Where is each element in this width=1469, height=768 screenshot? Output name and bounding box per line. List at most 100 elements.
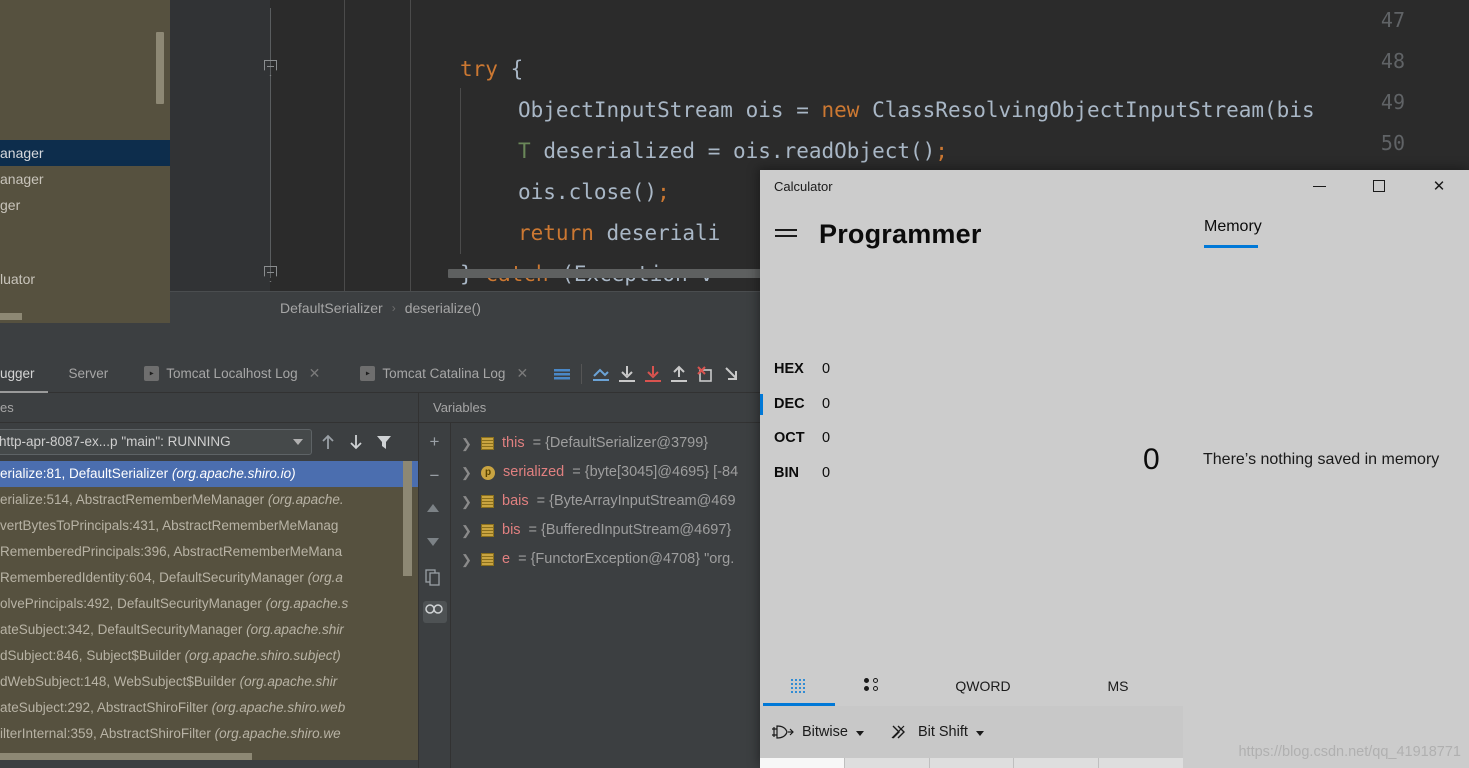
close-icon[interactable]: ✕ <box>516 365 528 382</box>
stack-frame-text: erialize:81, DefaultSerializer <box>0 466 172 481</box>
left-panel-item-1[interactable]: anager <box>0 140 170 166</box>
remove-icon[interactable]: − <box>423 465 447 487</box>
chevron-down-icon[interactable] <box>975 731 984 736</box>
menu-icon[interactable] <box>775 226 797 242</box>
tab-label: MS <box>1107 678 1129 694</box>
scroll-to-top-icon[interactable] <box>588 361 614 387</box>
tab-tomcat-localhost-log[interactable]: ▸ Tomcat Localhost Log ✕ <box>131 355 333 393</box>
token-type: ObjectInputStream <box>518 98 733 122</box>
stack-frame-row[interactable]: vertBytesToPrincipals:431, AbstractRemem… <box>0 513 418 539</box>
editor-gutter[interactable] <box>170 0 270 291</box>
calculator-operations-bar[interactable]: Bitwise Bit Shift <box>760 706 1183 758</box>
calculator-mode-title: Programmer <box>819 218 982 249</box>
close-button[interactable]: ✕ <box>1409 170 1469 202</box>
key-a[interactable]: A <box>760 758 844 768</box>
watches-icon[interactable] <box>422 601 447 623</box>
left-tool-panel[interactable]: anager anager anager ger luator <box>0 0 170 323</box>
tab-qword[interactable]: QWORD <box>908 666 1058 706</box>
expand-icon[interactable] <box>718 361 744 387</box>
minimize-button[interactable] <box>1289 170 1349 202</box>
token-new: new <box>821 98 860 122</box>
bit-shift-icon <box>890 724 910 740</box>
code-line-51[interactable]: ois.close(); <box>518 172 670 213</box>
stack-frame-row[interactable]: erialize:81, DefaultSerializer (org.apac… <box>0 461 418 487</box>
variables-toolbar[interactable]: + − <box>419 423 451 768</box>
close-tab-icon[interactable] <box>692 361 718 387</box>
key-rshift[interactable]: » <box>929 758 1014 768</box>
close-icon[interactable]: ✕ <box>309 365 321 382</box>
tab-memory[interactable]: Memory <box>1204 218 1262 244</box>
fold-collapse-icon[interactable] <box>264 60 277 76</box>
left-panel-horizontal-scrollbar[interactable] <box>0 313 22 320</box>
tab-server[interactable]: Server <box>56 355 122 393</box>
stack-vertical-scrollbar[interactable] <box>403 461 412 576</box>
filter-icon[interactable] <box>372 430 396 454</box>
chevron-right-icon[interactable]: ❯ <box>461 487 473 516</box>
move-up-icon[interactable] <box>423 499 447 521</box>
stack-frame-row[interactable]: olvePrincipals:492, DefaultSecurityManag… <box>0 591 418 617</box>
call-stack-list[interactable]: erialize:81, DefaultSerializer (org.apac… <box>0 461 418 760</box>
chevron-down-icon[interactable] <box>293 439 303 445</box>
stack-frame-row[interactable]: ateSubject:342, DefaultSecurityManager (… <box>0 617 418 643</box>
code-line-48[interactable]: try { <box>460 49 523 90</box>
stack-frame-row[interactable]: ateSubject:292, AbstractShiroFilter (org… <box>0 695 418 721</box>
calculator-subtabs[interactable]: QWORD MS <box>760 666 1183 706</box>
radix-row-hex[interactable]: HEX 0 <box>760 352 960 387</box>
bitwise-dropdown[interactable]: Bitwise <box>772 724 864 740</box>
code-line-50[interactable]: T deserialized = ois.readObject(); <box>518 131 948 172</box>
soft-wrap-icon[interactable] <box>549 361 575 387</box>
move-down-icon[interactable] <box>423 533 447 555</box>
stack-frame-row[interactable]: RememberedIdentity:604, DefaultSecurityM… <box>0 565 418 591</box>
upload-icon[interactable] <box>666 361 692 387</box>
frames-panel[interactable]: es http-apr-8087-ex...p "main": RUNNING <box>0 393 418 768</box>
code-line-52[interactable]: return deseriali <box>518 213 720 254</box>
download-icon[interactable] <box>640 361 666 387</box>
calculator-window[interactable]: Calculator ✕ Programmer Memory 0 There’s… <box>760 170 1469 768</box>
bitshift-dropdown[interactable]: Bit Shift <box>890 724 984 740</box>
stack-frame-row[interactable]: dWebSubject:148, WebSubject$Builder (org… <box>0 669 418 695</box>
window-controls[interactable]: ✕ <box>1289 170 1469 202</box>
thread-toolbar[interactable]: http-apr-8087-ex...p "main": RUNNING <box>0 423 418 461</box>
left-panel-item-2[interactable]: anager <box>0 166 170 192</box>
tab-bit-toggle[interactable] <box>838 666 908 706</box>
tab-label: Server <box>68 366 109 381</box>
stack-horizontal-scrollbar[interactable] <box>0 753 252 760</box>
key-lshift[interactable]: « <box>844 758 929 768</box>
scroll-to-end-icon[interactable] <box>614 361 640 387</box>
tab-debugger[interactable]: ugger <box>0 355 48 393</box>
thread-selector[interactable]: http-apr-8087-ex...p "main": RUNNING <box>0 429 312 455</box>
stack-frame-row[interactable]: RememberedPrincipals:396, AbstractRememb… <box>0 539 418 565</box>
stack-frame-row[interactable]: ilterInternal:359, AbstractShiroFilter (… <box>0 721 418 747</box>
chevron-right-icon[interactable]: ❯ <box>461 516 473 545</box>
radix-row-bin[interactable]: BIN 0 <box>760 456 960 491</box>
calculator-keypad[interactable]: A « » C ⌫ B ( ) % ÷ C 7 8 9 × <box>760 758 1183 768</box>
left-panel-item-3[interactable]: ger <box>0 192 170 218</box>
radix-list[interactable]: HEX 0 DEC 0 OCT 0 BIN 0 <box>760 352 960 490</box>
left-panel-vertical-scrollbar[interactable] <box>156 32 164 104</box>
chevron-right-icon[interactable]: ❯ <box>461 458 473 487</box>
down-arrow-icon[interactable] <box>344 430 368 454</box>
maximize-button[interactable] <box>1349 170 1409 202</box>
chevron-down-icon[interactable] <box>855 731 864 736</box>
fold-collapse-icon[interactable] <box>264 266 277 282</box>
calculator-titlebar[interactable]: Calculator ✕ <box>760 170 1469 202</box>
key-clear[interactable]: C <box>1014 758 1099 768</box>
variable-value: = {ByteArrayInputStream@469 <box>536 493 736 509</box>
breadcrumb-method[interactable]: deserialize() <box>405 300 481 316</box>
radix-row-oct[interactable]: OCT 0 <box>760 421 960 456</box>
add-icon[interactable]: + <box>423 431 447 453</box>
tab-keypad[interactable] <box>760 666 838 706</box>
key-backspace[interactable]: ⌫ <box>1099 758 1183 768</box>
left-panel-item-5[interactable]: luator <box>0 266 170 292</box>
breadcrumb-class[interactable]: DefaultSerializer <box>280 300 383 316</box>
radix-row-dec[interactable]: DEC 0 <box>760 387 960 422</box>
tab-tomcat-catalina-log[interactable]: ▸ Tomcat Catalina Log ✕ <box>347 355 541 393</box>
up-arrow-icon[interactable] <box>316 430 340 454</box>
code-line-49[interactable]: ObjectInputStream ois = new ClassResolvi… <box>518 90 1315 131</box>
stack-frame-row[interactable]: erialize:514, AbstractRememberMeManager … <box>0 487 418 513</box>
stack-frame-row[interactable]: dSubject:846, Subject$Builder (org.apach… <box>0 643 418 669</box>
chevron-right-icon[interactable]: ❯ <box>461 429 473 458</box>
chevron-right-icon[interactable]: ❯ <box>461 545 473 574</box>
copy-icon[interactable] <box>423 567 447 589</box>
tab-ms[interactable]: MS <box>1058 666 1178 706</box>
